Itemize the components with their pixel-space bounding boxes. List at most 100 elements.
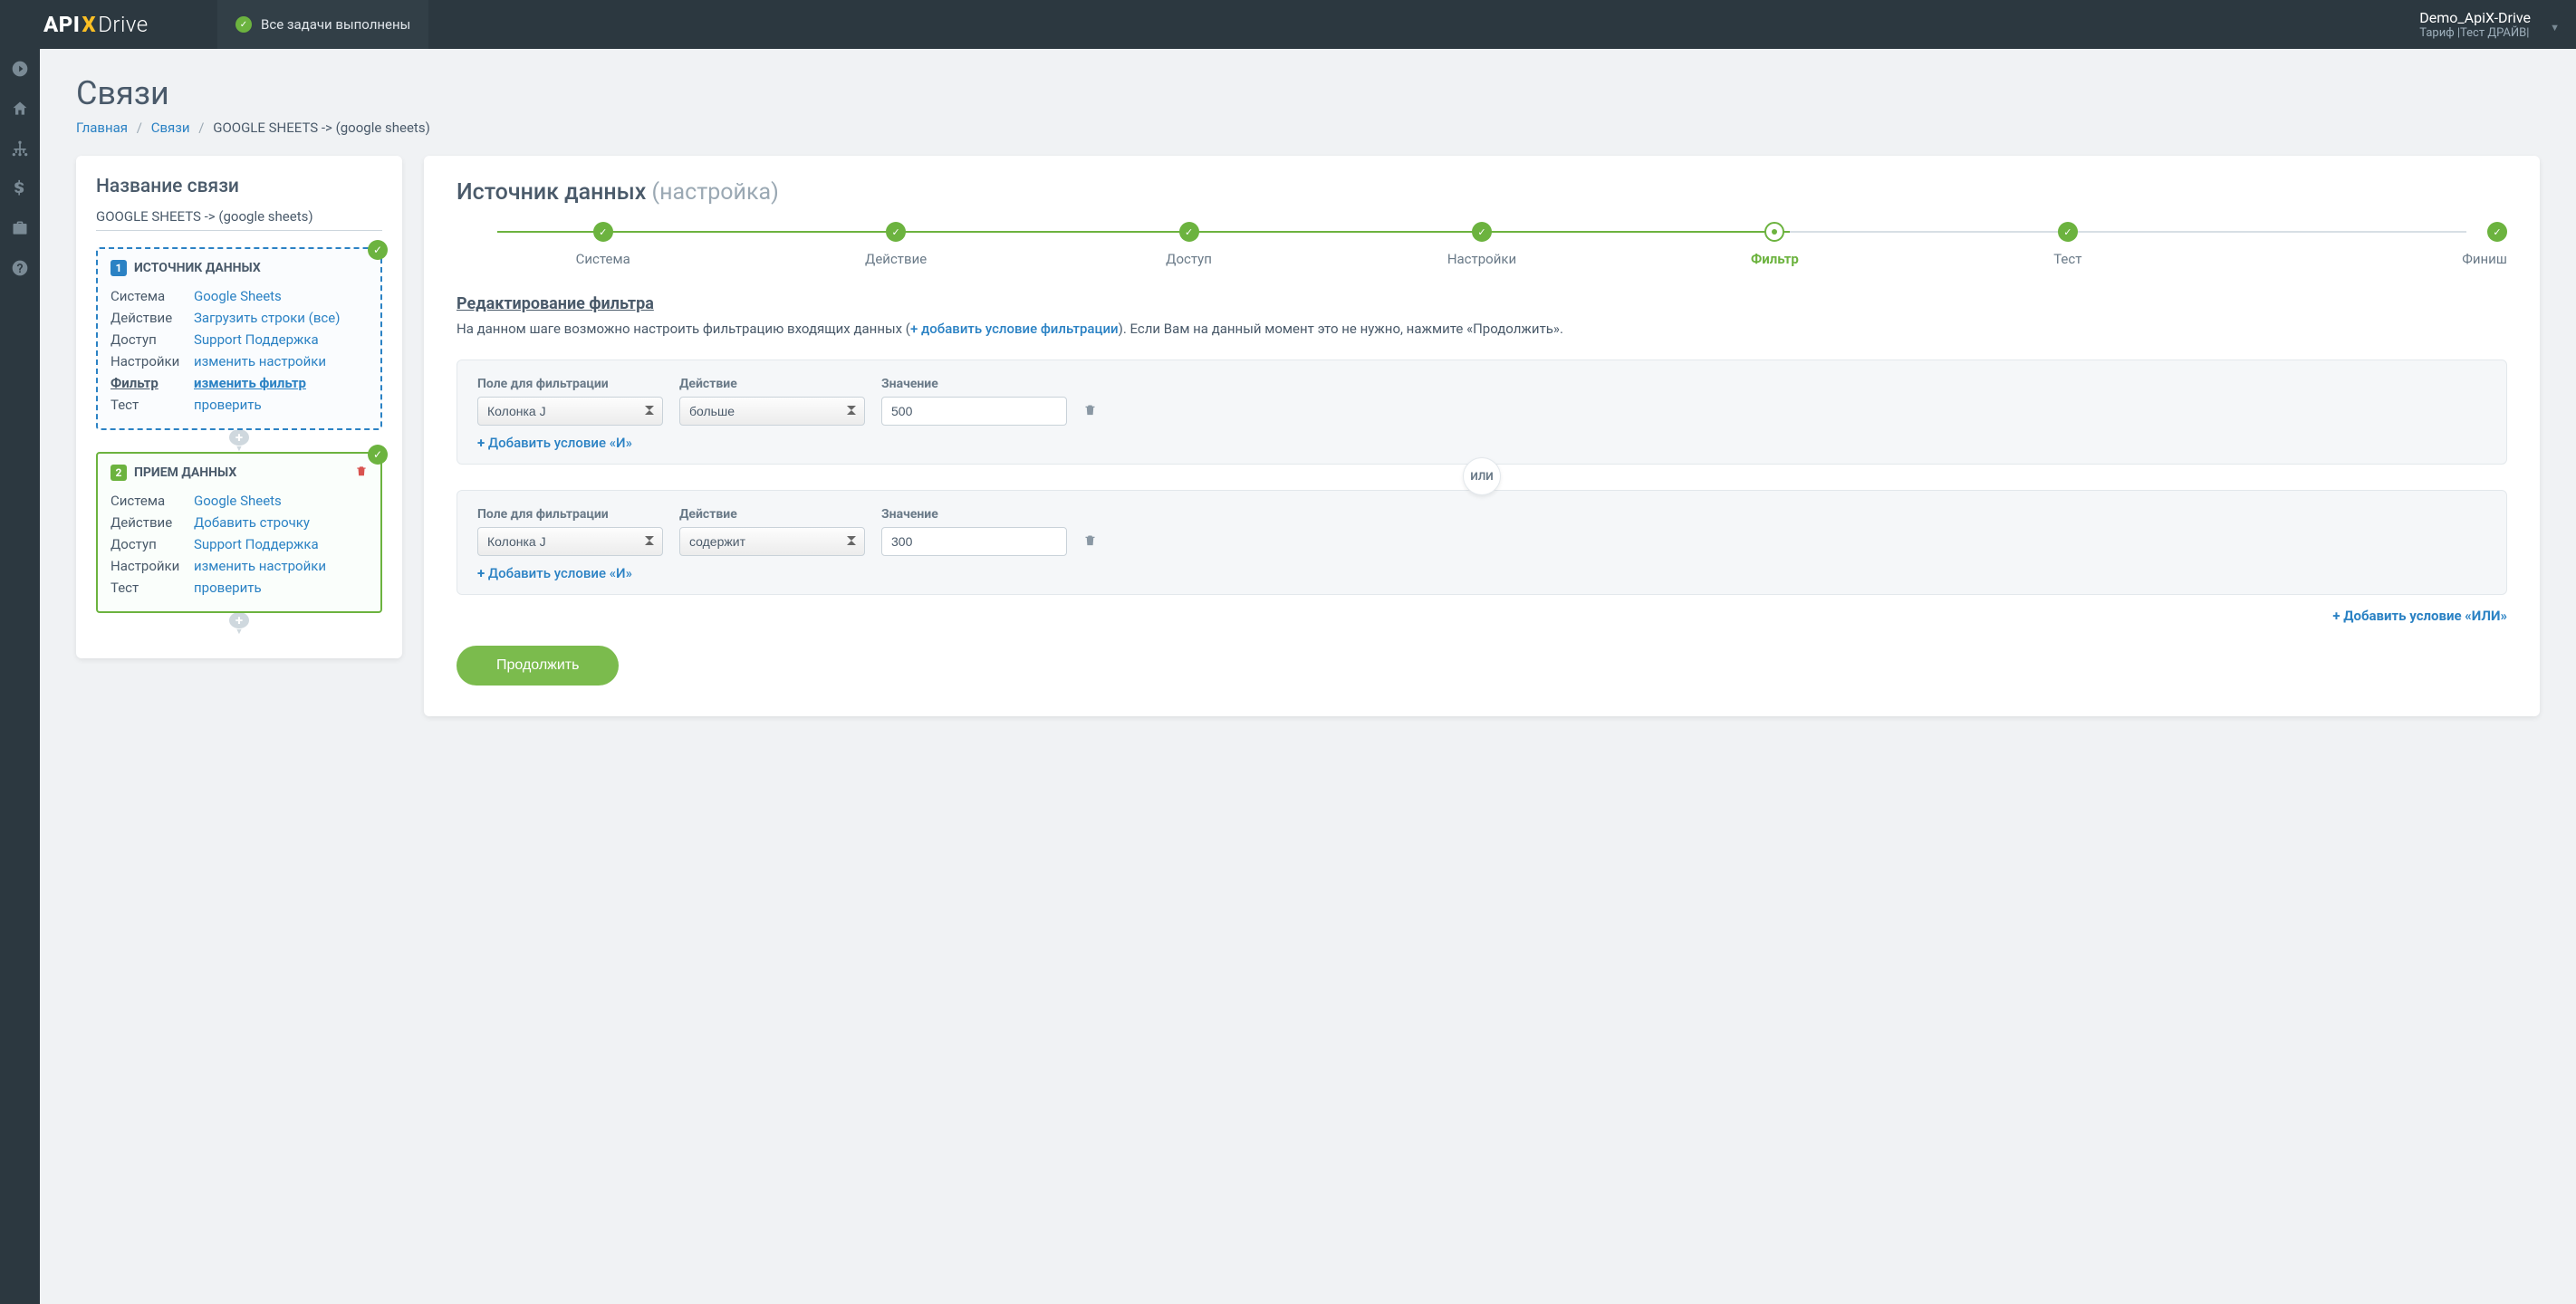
crumb-sep: / — [198, 120, 204, 136]
connection-card: Название связи GOOGLE SHEETS -> (google … — [76, 156, 402, 658]
account-name: Demo_ApiX-Drive — [2419, 9, 2531, 26]
delete-filter-button[interactable] — [1083, 403, 1097, 426]
block-row-label: Тест — [111, 577, 194, 599]
filter-group: Поле для фильтрации Колонка J Действие б… — [457, 360, 2507, 465]
block-row-value[interactable]: Google Sheets — [194, 285, 282, 307]
source-block: ✓ 1 ИСТОЧНИК ДАННЫХ СистемаGoogle Sheets… — [96, 247, 382, 430]
block-row: Настройкиизменить настройки — [111, 350, 368, 372]
step-system[interactable]: ✓Система — [457, 222, 749, 267]
crumb-home[interactable]: Главная — [76, 120, 128, 136]
or-badge: ИЛИ — [1463, 457, 1501, 495]
delete-filter-button[interactable] — [1083, 533, 1097, 556]
page-title: Связи — [76, 74, 2540, 112]
nav-home[interactable] — [0, 89, 40, 129]
connection-name[interactable]: GOOGLE SHEETS -> (google sheets) — [96, 208, 382, 231]
filter-action-select[interactable]: больше — [679, 397, 865, 426]
block-row-label: Система — [111, 490, 194, 512]
nav-briefcase[interactable] — [0, 208, 40, 248]
block-row-value[interactable]: изменить настройки — [194, 350, 326, 372]
filter-field-label: Поле для фильтрации — [477, 377, 663, 391]
filter-value-input[interactable] — [881, 527, 1067, 556]
add-or-button[interactable]: Добавить условие «ИЛИ» — [2332, 608, 2507, 624]
dest-header: 2 ПРИЕМ ДАННЫХ — [111, 465, 368, 481]
step-finish[interactable]: ✓Финиш — [2215, 222, 2507, 267]
nav-expand[interactable] — [0, 49, 40, 89]
delete-dest-button[interactable] — [355, 465, 368, 481]
source-header-label: ИСТОЧНИК ДАННЫХ — [134, 261, 261, 275]
block-row-value[interactable]: Support Поддержка — [194, 533, 319, 555]
topbar: API X Drive ✓ Все задачи выполнены Demo_… — [0, 0, 2576, 49]
filter-action-select[interactable]: содержит — [679, 527, 865, 556]
caret-down-icon: ▼ — [235, 627, 244, 637]
block-row-label: Действие — [111, 512, 194, 533]
block-row-value[interactable]: Support Поддержка — [194, 329, 319, 350]
add-filter-link[interactable]: + добавить условие фильтрации — [910, 321, 1119, 337]
filter-field-select[interactable]: Колонка J — [477, 397, 663, 426]
block-row-value[interactable]: проверить — [194, 394, 262, 416]
block-row-label: Действие — [111, 307, 194, 329]
dest-block: ✓ 2 ПРИЕМ ДАННЫХ СистемаGoogle SheetsДей… — [96, 452, 382, 613]
continue-button[interactable]: Продолжить — [457, 646, 619, 686]
dest-header-label: ПРИЕМ ДАННЫХ — [134, 465, 236, 480]
filter-field-select[interactable]: Колонка J — [477, 527, 663, 556]
check-icon: ✓ — [368, 445, 388, 465]
account-menu[interactable]: Demo_ApiX-Drive Тариф |Тест ДРАЙВ| ▼ — [2401, 2, 2576, 47]
filter-value-label: Значение — [881, 507, 1067, 522]
block-row: СистемаGoogle Sheets — [111, 490, 368, 512]
add-or-row: Добавить условие «ИЛИ» — [457, 608, 2507, 624]
logo[interactable]: API X Drive — [0, 0, 217, 49]
breadcrumb: Главная / Связи / GOOGLE SHEETS -> (goog… — [76, 120, 2540, 136]
or-separator: ИЛИ — [457, 465, 2507, 490]
block-row: Тестпроверить — [111, 577, 368, 599]
nav-help[interactable] — [0, 248, 40, 288]
step-action[interactable]: ✓Действие — [749, 222, 1042, 267]
settings-card: Источник данных (настройка) ✓Система ✓Де… — [424, 156, 2540, 716]
logo-text-x: X — [82, 12, 96, 37]
nav-billing[interactable] — [0, 168, 40, 208]
block-row-value[interactable]: Добавить строчку — [194, 512, 310, 533]
logo-text-drive: Drive — [98, 12, 149, 37]
source-num: 1 — [111, 260, 127, 276]
block-row-value[interactable]: Загрузить строки (все) — [194, 307, 340, 329]
crumb-links[interactable]: Связи — [151, 120, 190, 136]
block-row: ДействиеЗагрузить строки (все) — [111, 307, 368, 329]
block-row-label: Система — [111, 285, 194, 307]
block-row: Тестпроверить — [111, 394, 368, 416]
section-heading: Редактирование фильтра — [457, 294, 2507, 313]
tasks-done-badge: ✓ Все задачи выполнены — [217, 0, 428, 49]
connector-bottom: + ▼ — [96, 613, 382, 635]
block-row-value[interactable]: изменить фильтр — [194, 372, 306, 394]
step-test[interactable]: ✓Тест — [1921, 222, 2214, 267]
block-row-label: Доступ — [111, 533, 194, 555]
block-row-value[interactable]: проверить — [194, 577, 262, 599]
block-row-label: Тест — [111, 394, 194, 416]
add-and-button[interactable]: Добавить условие «И» — [477, 565, 2486, 581]
connector: + ▼ — [96, 430, 382, 452]
step-settings[interactable]: ✓Настройки — [1335, 222, 1628, 267]
filter-field-label: Поле для фильтрации — [477, 507, 663, 522]
step-filter[interactable]: Фильтр — [1629, 222, 1921, 267]
block-row: СистемаGoogle Sheets — [111, 285, 368, 307]
block-row: ДоступSupport Поддержка — [111, 533, 368, 555]
block-row-value[interactable]: изменить настройки — [194, 555, 326, 577]
block-row-label: Настройки — [111, 350, 194, 372]
filter-action-label: Действие — [679, 507, 865, 522]
block-row-value[interactable]: Google Sheets — [194, 490, 282, 512]
block-row-label: Доступ — [111, 329, 194, 350]
block-row: ДоступSupport Поддержка — [111, 329, 368, 350]
crumb-sep: / — [137, 120, 142, 136]
step-access[interactable]: ✓Доступ — [1043, 222, 1335, 267]
chevron-down-icon: ▼ — [2550, 22, 2560, 34]
dest-num: 2 — [111, 465, 127, 481]
nav-connections[interactable] — [0, 129, 40, 168]
account-tariff: Тариф |Тест ДРАЙВ| — [2419, 26, 2531, 40]
logo-text-api: API — [43, 12, 80, 37]
filter-value-input[interactable] — [881, 397, 1067, 426]
block-row-label: Настройки — [111, 555, 194, 577]
block-row-label: Фильтр — [111, 372, 194, 394]
settings-title: Источник данных (настройка) — [457, 179, 2507, 206]
check-icon: ✓ — [235, 16, 252, 33]
source-header: 1 ИСТОЧНИК ДАННЫХ — [111, 260, 368, 276]
settings-title-main: Источник данных — [457, 179, 646, 206]
add-and-button[interactable]: Добавить условие «И» — [477, 435, 2486, 451]
